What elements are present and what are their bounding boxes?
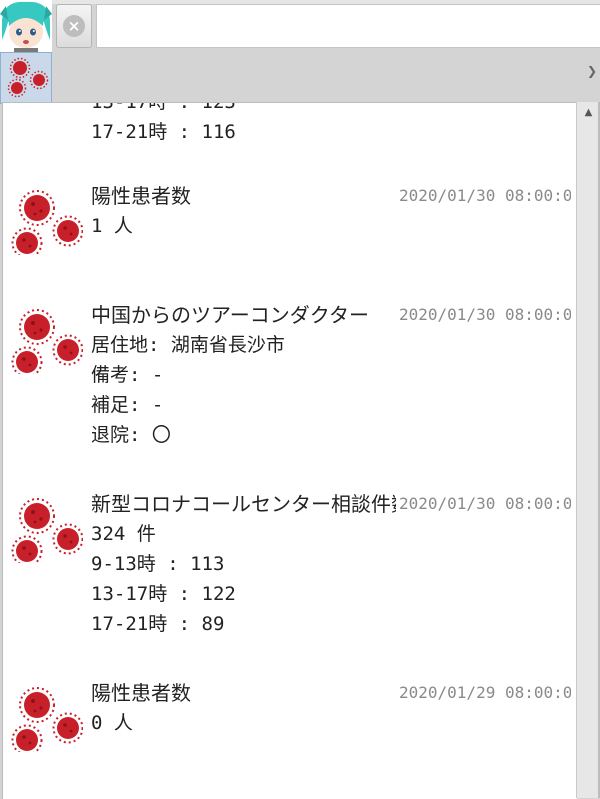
entry-title: 陽性患者数 [91,681,191,705]
post-input-field[interactable] [96,4,600,48]
close-circle-icon: × [63,15,85,37]
top-toolbar: × ❯ [0,0,600,104]
avatar-anime-icon[interactable] [0,0,52,52]
entry-timestamp: 2020/01/30 08:00:00 [399,494,571,513]
entry-body: 324 件 9-13時 : 113 13-17時 : 122 17-21時 : … [91,519,571,639]
coronavirus-icon [11,491,84,567]
entry-line: 324 件 [91,523,156,545]
entry-title: 中国からのツアーコンダクター [91,303,369,327]
clear-button[interactable]: × [56,4,92,48]
partial-entry-lines: 13-17時 : 123 17-21時 : 116 [91,102,571,147]
vertical-scrollbar[interactable]: ▲ [576,102,600,798]
timeline-panel[interactable]: 13-17時 : 123 17-21時 : 116 陽性患者数 2020/01/… [2,102,577,799]
entry-body: 居住地: 湖南省長沙市 備考: - 補足: - 退院: 〇 [91,330,571,450]
coronavirus-icon [7,57,49,98]
entry-line: 17-21時 : 89 [91,613,225,635]
entry-title: 新型コロナコールセンター相談件数 [91,492,396,516]
entry-line: 1 人 [91,215,133,237]
coronavirus-icon [11,680,84,756]
entry-body: 1 人 [91,211,571,241]
entry-line: 0 人 [91,712,133,734]
entry-line: 9-13時 : 113 [91,553,225,575]
scroll-up-arrow-icon[interactable]: ▲ [577,102,600,124]
entry-line: 13-17時 : 122 [91,583,236,605]
entry-title: 陽性患者数 [91,184,191,208]
entry-line: 補足: - [91,394,164,416]
entry-line: 17-21時 : 116 [91,121,236,143]
entry-line: 居住地: 湖南省長沙市 [91,334,285,356]
entry-line: 13-17時 : 123 [91,102,236,113]
entry-line: 備考: - [91,364,164,386]
tab-scroll-right-icon[interactable]: ❯ [587,64,597,78]
tab-coronavirus-feed[interactable] [0,52,52,104]
coronavirus-icon [11,183,84,259]
entry-timestamp: 2020/01/30 08:00:00 [399,186,571,205]
entry-body: 0 人 [91,708,571,738]
entry-line: 退院: 〇 [91,424,171,446]
coronavirus-icon [11,302,84,378]
entry-timestamp: 2020/01/29 08:00:00 [399,683,571,702]
entry-timestamp: 2020/01/30 08:00:00 [399,305,571,324]
